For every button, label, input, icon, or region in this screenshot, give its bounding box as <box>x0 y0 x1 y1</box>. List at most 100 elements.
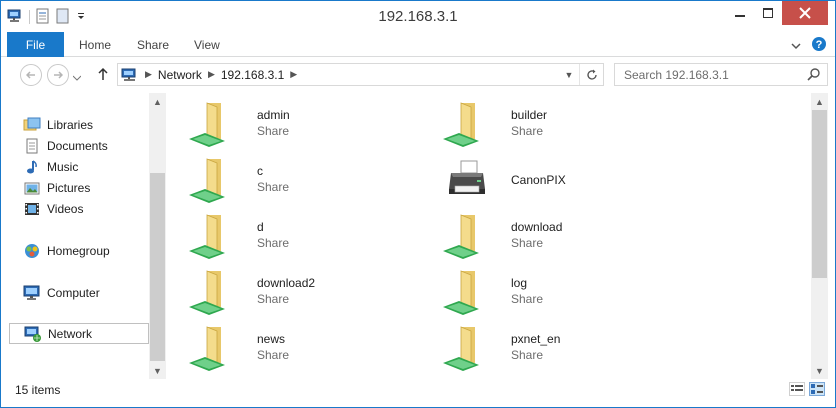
minimize-button[interactable] <box>726 1 754 25</box>
breadcrumb-separator-icon[interactable]: ▶ <box>145 69 152 80</box>
maximize-button[interactable] <box>754 1 782 25</box>
file-list: admin Share builder Share c Share CanonP… <box>167 93 811 379</box>
nav-item-videos[interactable]: Videos <box>23 198 163 219</box>
network-icon <box>24 325 42 343</box>
expand-chevron-icon[interactable] <box>9 284 19 302</box>
scroll-down-icon[interactable]: ▼ <box>811 362 828 379</box>
item-type: Share <box>511 292 544 306</box>
address-dropdown-icon[interactable]: ▼ <box>561 64 577 85</box>
shared-folder-icon <box>185 99 237 149</box>
expand-chevron-icon[interactable] <box>9 116 19 134</box>
item-type: Share <box>257 124 290 138</box>
tiles-view-button[interactable] <box>809 382 825 396</box>
list-item[interactable]: d Share <box>185 211 435 261</box>
search-input[interactable]: Search 192.168.3.1 <box>614 63 828 86</box>
list-item[interactable]: CanonPIX <box>439 155 689 205</box>
address-row: ▶ Network ▶ 192.168.3.1 ▶ ▼ Search 192.1… <box>1 58 835 91</box>
scroll-up-icon[interactable]: ▲ <box>149 93 166 110</box>
forward-arrow-icon <box>54 71 63 79</box>
nav-item-computer[interactable]: Computer <box>9 282 149 303</box>
list-item[interactable]: c Share <box>185 155 435 205</box>
item-name: admin <box>257 108 290 122</box>
svg-text:?: ? <box>816 39 823 51</box>
nav-label: Computer <box>47 285 100 300</box>
item-type: Share <box>257 236 290 250</box>
ribbon-controls: ? <box>791 36 827 55</box>
nav-label: Pictures <box>47 180 91 195</box>
list-item[interactable]: builder Share <box>439 99 689 149</box>
tiles-view-icon <box>811 384 823 394</box>
search-icon[interactable] <box>807 67 821 84</box>
list-item[interactable]: admin Share <box>185 99 435 149</box>
breadcrumb-network[interactable]: Network <box>158 68 202 82</box>
nav-item-pictures[interactable]: Pictures <box>23 177 163 198</box>
computer-icon <box>23 284 41 302</box>
breadcrumb-host[interactable]: 192.168.3.1 <box>221 68 284 82</box>
breadcrumb-separator-icon[interactable]: ▶ <box>208 69 215 80</box>
nav-item-documents[interactable]: Documents <box>23 135 163 156</box>
navigation-scrollbar[interactable]: ▲ ▼ <box>149 93 166 379</box>
documents-icon <box>23 137 41 155</box>
scrollbar-thumb[interactable] <box>812 110 827 278</box>
back-button[interactable] <box>20 64 42 86</box>
list-item[interactable]: download Share <box>439 211 689 261</box>
details-view-icon <box>791 385 803 391</box>
nav-item-libraries[interactable]: Libraries <box>9 114 149 135</box>
tab-file[interactable]: File <box>7 32 64 57</box>
item-name: log <box>511 276 528 290</box>
item-type: Share <box>257 180 290 194</box>
nav-item-music[interactable]: Music <box>23 156 163 177</box>
shared-folder-icon <box>185 323 237 373</box>
status-bar: 15 items <box>1 379 835 401</box>
shared-folder-icon <box>439 211 491 261</box>
tab-home[interactable]: Home <box>79 32 111 57</box>
help-icon[interactable]: ? <box>811 36 827 55</box>
item-type: Share <box>257 292 290 306</box>
item-count: 15 items <box>15 383 61 397</box>
item-name: d <box>257 220 264 234</box>
close-button[interactable] <box>782 1 828 25</box>
list-item[interactable]: download2 Share <box>185 267 435 317</box>
tab-view[interactable]: View <box>194 32 220 57</box>
expand-ribbon-icon[interactable] <box>791 39 801 53</box>
music-icon <box>23 158 41 176</box>
forward-button[interactable] <box>47 64 69 86</box>
item-type: Share <box>257 348 290 362</box>
address-bar[interactable]: ▶ Network ▶ 192.168.3.1 ▶ ▼ <box>117 63 604 86</box>
refresh-button[interactable] <box>579 64 603 85</box>
details-view-button[interactable] <box>789 382 805 396</box>
item-name: download2 <box>257 276 316 290</box>
breadcrumb-separator-icon[interactable]: ▶ <box>290 69 297 80</box>
nav-label: Network <box>48 326 93 341</box>
scrollbar-thumb[interactable] <box>150 173 165 361</box>
scroll-down-icon[interactable]: ▼ <box>149 362 166 379</box>
list-item[interactable]: log Share <box>439 267 689 317</box>
nav-label: Documents <box>47 138 108 153</box>
expand-chevron-icon[interactable] <box>9 242 19 260</box>
recent-locations-button[interactable] <box>72 70 82 84</box>
up-button[interactable] <box>97 67 109 84</box>
shared-folder-icon <box>185 155 237 205</box>
shared-folder-icon <box>439 323 491 373</box>
list-item[interactable]: pxnet_en Share <box>439 323 689 373</box>
item-name: c <box>257 164 263 178</box>
item-type: Share <box>511 348 544 362</box>
item-name: download <box>511 220 563 234</box>
shared-folder-icon <box>185 211 237 261</box>
ribbon-tabs: File Home Share View ? <box>1 32 835 57</box>
item-type: Share <box>511 236 544 250</box>
nav-label: Homegroup <box>47 243 110 258</box>
window-title: 192.168.3.1 <box>378 8 458 25</box>
pictures-icon <box>23 179 41 197</box>
nav-item-homegroup[interactable]: Homegroup <box>9 240 149 261</box>
scroll-up-icon[interactable]: ▲ <box>811 93 828 110</box>
expand-chevron-icon[interactable] <box>10 325 20 343</box>
list-item[interactable]: news Share <box>185 323 435 373</box>
item-type: Share <box>511 124 544 138</box>
nav-item-network[interactable]: Network <box>9 323 149 344</box>
back-arrow-icon <box>26 71 35 79</box>
close-icon <box>799 7 811 19</box>
view-switcher <box>789 382 825 396</box>
content-scrollbar[interactable]: ▲ ▼ <box>811 93 828 379</box>
tab-share[interactable]: Share <box>137 32 169 57</box>
